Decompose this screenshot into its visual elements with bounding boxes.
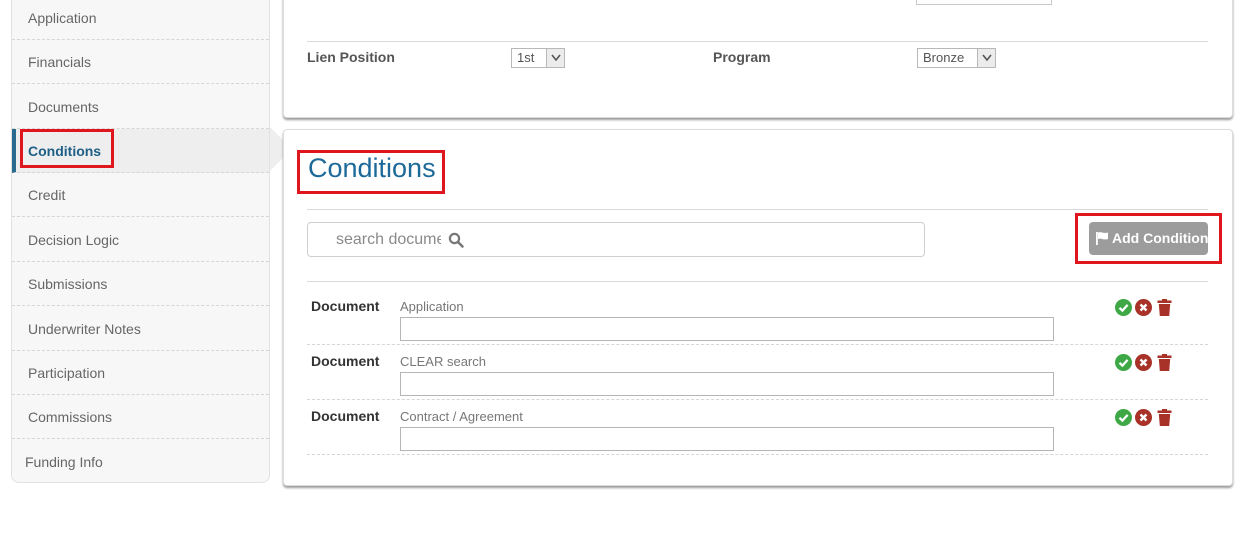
sidebar-item-financials[interactable]: Financials xyxy=(12,40,269,84)
sidebar-item-label: Conditions xyxy=(28,143,102,159)
page-title: Conditions xyxy=(308,153,436,183)
table-row: Document Contract / Agreement xyxy=(307,400,1208,455)
sidebar-item-label: Application xyxy=(28,10,97,26)
condition-name: Contract / Agreement xyxy=(400,409,523,424)
x-circle-icon[interactable] xyxy=(1135,409,1152,426)
program-select[interactable]: Bronze xyxy=(917,48,996,68)
sidebar-item-label: Financials xyxy=(28,54,92,70)
program-label: Program xyxy=(713,49,771,65)
check-circle-icon[interactable] xyxy=(1115,299,1132,316)
table-row: Document CLEAR search xyxy=(307,345,1208,400)
trash-icon[interactable] xyxy=(1156,354,1173,371)
chevron-down-icon xyxy=(546,49,564,67)
search-input[interactable]: search docume xyxy=(307,222,925,257)
sidebar-item-submissions[interactable]: Submissions xyxy=(12,262,269,306)
sidebar-item-label: Credit xyxy=(28,187,66,203)
check-circle-icon[interactable] xyxy=(1115,354,1132,371)
program-value: Bronze xyxy=(923,50,965,65)
chevron-down-icon xyxy=(977,49,995,67)
lien-position-value: 1st xyxy=(517,50,535,65)
sidebar-item-label: Underwriter Notes xyxy=(28,321,141,337)
sidebar-item-funding-info[interactable]: Funding Info xyxy=(12,440,269,484)
add-condition-button[interactable]: Add Condition xyxy=(1089,222,1208,255)
condition-type: Document xyxy=(311,353,380,369)
sidebar-item-label: Commissions xyxy=(28,409,113,425)
search-icon xyxy=(448,232,464,248)
condition-type: Document xyxy=(311,298,380,314)
trash-icon[interactable] xyxy=(1156,299,1173,316)
sidebar-item-decision-logic[interactable]: Decision Logic xyxy=(12,218,269,262)
table-row: Document Application xyxy=(307,290,1208,345)
search-placeholder: search docume xyxy=(336,231,441,248)
sidebar-item-credit[interactable]: Credit xyxy=(12,173,269,217)
divider xyxy=(307,209,1208,210)
add-condition-label: Add Condition xyxy=(1112,230,1209,246)
divider xyxy=(307,41,1208,42)
sidebar-nav: Application Financials Documents Conditi… xyxy=(11,0,270,483)
condition-name: Application xyxy=(400,299,464,314)
sidebar-item-label: Documents xyxy=(28,99,99,115)
condition-note-input[interactable] xyxy=(400,317,1054,341)
sidebar-item-label: Submissions xyxy=(28,276,108,292)
lien-position-select[interactable]: 1st xyxy=(511,48,565,68)
condition-name: CLEAR search xyxy=(400,354,486,369)
lien-position-label: Lien Position xyxy=(307,49,395,65)
trash-icon[interactable] xyxy=(1156,409,1173,426)
sidebar-item-label: Decision Logic xyxy=(28,232,120,248)
check-circle-icon[interactable] xyxy=(1115,409,1132,426)
sidebar-item-participation[interactable]: Participation xyxy=(12,351,269,395)
sidebar-item-documents[interactable]: Documents xyxy=(12,85,269,129)
sidebar-item-application[interactable]: Application xyxy=(12,0,269,40)
sidebar-item-label: Participation xyxy=(28,365,106,381)
x-circle-icon[interactable] xyxy=(1135,354,1152,371)
condition-type: Document xyxy=(311,408,380,424)
condition-note-input[interactable] xyxy=(400,372,1054,396)
sidebar-item-underwriter-notes[interactable]: Underwriter Notes xyxy=(12,307,269,351)
sidebar-item-conditions[interactable]: Conditions xyxy=(12,129,269,173)
sidebar-item-commissions[interactable]: Commissions xyxy=(12,395,269,439)
partial-input-field[interactable] xyxy=(916,0,1052,5)
sidebar-item-label: Funding Info xyxy=(25,454,103,470)
x-circle-icon[interactable] xyxy=(1135,299,1152,316)
divider xyxy=(307,281,1208,282)
flag-icon xyxy=(1096,232,1108,245)
condition-note-input[interactable] xyxy=(400,427,1054,451)
